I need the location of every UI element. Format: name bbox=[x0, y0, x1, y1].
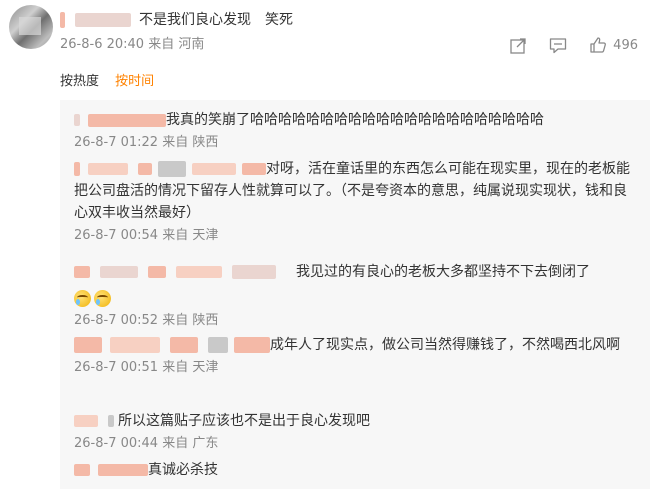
commenter-blurred-4[interactable] bbox=[158, 161, 186, 177]
post-title-line: 不是我们良心发现 笑死 bbox=[60, 10, 293, 30]
comment-text: 真诚必杀技 bbox=[148, 462, 218, 478]
comment-text-row: 我见过的有良心的老板大多都坚持不下去倒闭了 bbox=[74, 261, 634, 283]
commenter-blurred-3[interactable] bbox=[170, 337, 198, 353]
comment-item: 对呀，活在童话里的东西怎么可能在现实里，现在的老板能把公司盘活的情况下留存人性就… bbox=[74, 158, 634, 245]
crying-face-emoji bbox=[94, 289, 111, 307]
comment-item: 我真的笑崩了哈哈哈哈哈哈哈哈哈哈哈哈哈哈哈哈哈哈哈哈哈 26-8-7 01:22… bbox=[74, 109, 634, 152]
commenter-blurred[interactable] bbox=[74, 266, 90, 278]
thumbs-up-icon bbox=[590, 37, 607, 53]
comment-item: 真诚必杀技 bbox=[74, 459, 634, 481]
comment-emoji-row bbox=[74, 287, 634, 309]
comment-text-block: 成年人了现实点，做公司当然得赚钱了，不然喝西北风啊 bbox=[74, 334, 634, 356]
commenter-blurred-2[interactable] bbox=[88, 113, 166, 127]
comment-text: 所以这篇贴子应该也不是出于良心发现吧 bbox=[118, 413, 370, 429]
commenter-blurred-2[interactable] bbox=[98, 464, 148, 476]
weibo-post-header: 不是我们良心发现 笑死 26-8-6 20:40 来自 河南 496 bbox=[0, 0, 650, 60]
username-blurred-2[interactable] bbox=[75, 13, 131, 27]
comment-text: 成年人了现实点，做公司当然得赚钱了，不然喝西北风啊 bbox=[270, 337, 620, 353]
comment-item: 所以这篇贴子应该也不是出于良心发现吧 26-8-7 00:44 来自 广东 bbox=[74, 410, 634, 453]
username-blurred[interactable] bbox=[60, 12, 65, 28]
comment-meta: 26-8-7 00:52 来自 陕西 bbox=[74, 313, 219, 328]
comment-text: 我见过的有良心的老板大多都坚持不下去倒闭了 bbox=[296, 264, 590, 280]
post-text: 不是我们良心发现 笑死 bbox=[139, 12, 293, 28]
comment-meta: 26-8-7 00:54 来自 天津 bbox=[74, 228, 219, 243]
commenter-blurred-5[interactable] bbox=[234, 337, 270, 353]
comment-sort-bar: 按热度 按时间 bbox=[60, 73, 166, 91]
crying-face-emoji bbox=[74, 289, 91, 307]
comment-text-row: 我真的笑崩了哈哈哈哈哈哈哈哈哈哈哈哈哈哈哈哈哈哈哈哈哈 bbox=[74, 109, 634, 131]
commenter-blurred-5[interactable] bbox=[192, 163, 236, 175]
commenter-blurred-4[interactable] bbox=[176, 266, 222, 278]
comment-item: 我见过的有良心的老板大多都坚持不下去倒闭了 26-8-7 00:52 来自 陕西 bbox=[74, 261, 634, 330]
comment-text-block: 对呀，活在童话里的东西怎么可能在现实里，现在的老板能把公司盘活的情况下留存人性就… bbox=[74, 158, 634, 224]
sort-by-time[interactable]: 按时间 bbox=[115, 74, 154, 89]
comment-item: 成年人了现实点，做公司当然得赚钱了，不然喝西北风啊 26-8-7 00:51 来… bbox=[74, 334, 634, 377]
commenter-blurred-3[interactable] bbox=[148, 266, 166, 278]
like-count: 496 bbox=[613, 37, 638, 53]
share-icon bbox=[510, 37, 526, 54]
post-meta: 26-8-6 20:40 来自 河南 bbox=[60, 37, 205, 52]
comment-button[interactable] bbox=[549, 37, 567, 54]
comment-text-row: 真诚必杀技 bbox=[74, 459, 634, 481]
avatar[interactable] bbox=[9, 5, 53, 49]
commenter-blurred-2[interactable] bbox=[100, 266, 138, 278]
comment-text-row: 所以这篇贴子应该也不是出于良心发现吧 bbox=[74, 410, 634, 432]
like-button[interactable]: 496 bbox=[589, 36, 638, 54]
commenter-blurred-4[interactable] bbox=[208, 337, 228, 353]
comment-meta: 26-8-7 00:44 来自 广东 bbox=[74, 436, 219, 451]
commenter-blurred-3[interactable] bbox=[138, 163, 152, 175]
commenter-blurred-5[interactable] bbox=[232, 265, 276, 279]
comment-icon bbox=[550, 37, 567, 53]
commenter-blurred[interactable] bbox=[74, 464, 90, 476]
sort-by-hot[interactable]: 按热度 bbox=[60, 74, 99, 89]
comment-list: 我真的笑崩了哈哈哈哈哈哈哈哈哈哈哈哈哈哈哈哈哈哈哈哈哈 26-8-7 01:22… bbox=[60, 100, 650, 489]
commenter-blurred[interactable] bbox=[74, 415, 98, 427]
commenter-blurred-6[interactable] bbox=[242, 163, 266, 175]
commenter-blurred-2[interactable] bbox=[110, 337, 160, 353]
commenter-blurred[interactable] bbox=[74, 337, 102, 353]
comment-text: 我真的笑崩了哈哈哈哈哈哈哈哈哈哈哈哈哈哈哈哈哈哈哈哈哈 bbox=[166, 112, 544, 128]
share-button[interactable] bbox=[510, 37, 527, 54]
comment-meta: 26-8-7 00:51 来自 天津 bbox=[74, 360, 219, 375]
commenter-blurred-2[interactable] bbox=[88, 163, 128, 175]
comment-meta: 26-8-7 01:22 来自 陕西 bbox=[74, 135, 219, 150]
commenter-blurred-2[interactable] bbox=[108, 415, 114, 427]
post-actions: 496 bbox=[510, 35, 638, 55]
commenter-blurred[interactable] bbox=[74, 114, 80, 126]
commenter-blurred[interactable] bbox=[74, 162, 80, 176]
